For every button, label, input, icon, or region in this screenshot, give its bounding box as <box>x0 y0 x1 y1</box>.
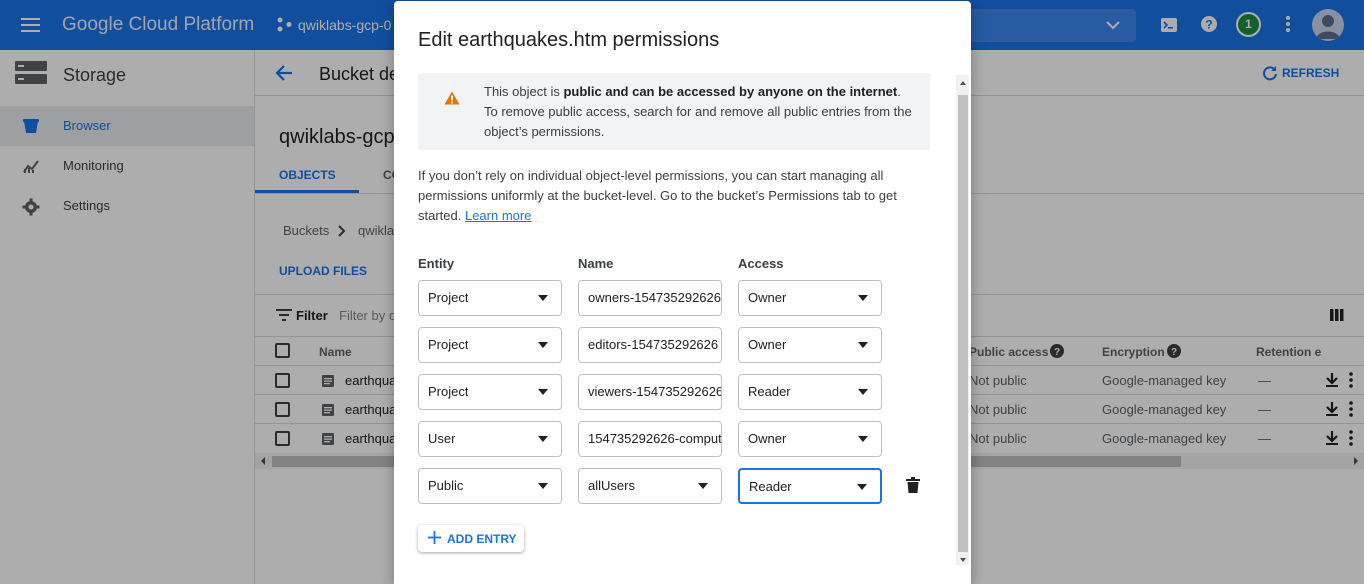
entity-value: User <box>428 431 456 446</box>
dropdown-arrow-icon <box>538 389 548 395</box>
access-value: Reader <box>749 479 792 494</box>
entity-value: Project <box>428 337 469 352</box>
column-header-name: Name <box>578 256 614 271</box>
entity-value: Public <box>428 478 464 493</box>
public-warning-banner: This object is public and can be accesse… <box>418 73 930 150</box>
access-select[interactable]: Reader <box>738 468 882 504</box>
dropdown-arrow-icon <box>538 295 548 301</box>
scrollbar-thumb[interactable] <box>958 95 968 552</box>
access-value: Reader <box>748 384 791 399</box>
dropdown-arrow-icon <box>538 483 548 489</box>
learn-more-link[interactable]: Learn more <box>465 208 531 223</box>
access-value: Owner <box>748 337 787 352</box>
dropdown-arrow-icon <box>538 342 548 348</box>
edit-permissions-dialog: Edit earthquakes.htm permissions This ob… <box>394 1 971 584</box>
name-field[interactable]: editors-154735292626 <box>578 327 722 363</box>
plus-icon <box>428 531 441 544</box>
warning-text-pre: This object is <box>484 84 564 99</box>
access-select[interactable]: Reader <box>738 374 882 410</box>
dropdown-arrow-icon <box>538 436 548 442</box>
name-value: viewers-154735292626 <box>588 384 722 399</box>
dropdown-arrow-icon <box>857 484 867 490</box>
dropdown-arrow-icon <box>858 389 868 395</box>
entity-value: Project <box>428 290 469 305</box>
name-select[interactable]: allUsers <box>578 468 722 504</box>
name-value: allUsers <box>588 478 635 493</box>
name-field[interactable]: owners-154735292626 <box>578 280 722 316</box>
entity-select[interactable]: Project <box>418 374 562 410</box>
name-value: owners-154735292626 <box>588 290 721 305</box>
warning-icon <box>444 91 460 105</box>
dropdown-arrow-icon <box>698 483 708 489</box>
dialog-title: Edit earthquakes.htm permissions <box>418 29 720 51</box>
name-field[interactable]: 154735292626-compute <box>578 421 722 457</box>
entity-select[interactable]: Project <box>418 327 562 363</box>
scroll-down-icon[interactable] <box>959 556 967 564</box>
dropdown-arrow-icon <box>858 295 868 301</box>
add-entry-button[interactable]: ADD ENTRY <box>418 525 524 552</box>
entity-select[interactable]: User <box>418 421 562 457</box>
access-select[interactable]: Owner <box>738 327 882 363</box>
warning-text: This object is public and can be accesse… <box>484 82 914 142</box>
entity-select[interactable]: Project <box>418 280 562 316</box>
entity-select[interactable]: Public <box>418 468 562 504</box>
entity-value: Project <box>428 384 469 399</box>
uniform-access-info: If you don’t rely on individual object-l… <box>418 166 918 226</box>
dropdown-arrow-icon <box>858 342 868 348</box>
column-header-entity: Entity <box>418 256 455 271</box>
access-select[interactable]: Owner <box>738 280 882 316</box>
name-field[interactable]: viewers-154735292626 <box>578 374 722 410</box>
name-value: editors-154735292626 <box>588 337 719 352</box>
name-value: 154735292626-compute <box>588 431 722 446</box>
warning-text-bold: public and can be accessed by anyone on … <box>563 84 898 99</box>
access-select[interactable]: Owner <box>738 421 882 457</box>
column-header-access: Access <box>738 256 784 271</box>
dropdown-arrow-icon <box>858 436 868 442</box>
add-entry-label: ADD ENTRY <box>447 532 517 546</box>
access-value: Owner <box>748 431 787 446</box>
access-value: Owner <box>748 290 787 305</box>
delete-icon[interactable] <box>906 477 920 493</box>
scroll-up-icon[interactable] <box>959 79 967 87</box>
